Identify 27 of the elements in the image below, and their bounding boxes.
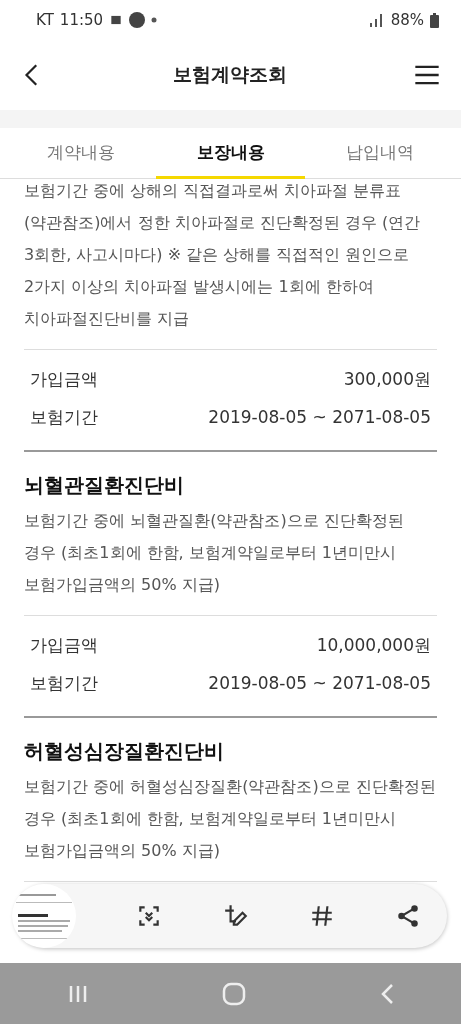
coverage-title: 허혈성심장질환진단비: [24, 738, 225, 765]
clock: 11:50: [59, 11, 104, 29]
row-value: 300,000원: [343, 367, 431, 391]
coverage-title: 뇌혈관질환진단비: [24, 472, 185, 499]
dot-icon: [151, 17, 158, 23]
battery-icon: [430, 12, 439, 28]
row-label: 가입금액: [30, 633, 98, 657]
coverage-description: 보험기간 중에 뇌혈관질환(약관참조)으로 진단확정된 경우 (최초1회에 한함, 보험계약일로부터 1년미만시 보험가입금액의 50% 지급): [24, 505, 437, 616]
image-icon: [109, 13, 124, 27]
row-label: 가입금액: [30, 367, 98, 391]
coverage-description: 보험기간 중에 허혈성심장질환(약관참조)으로 진단확정된 경우 (최초1회에 한함, 보험계약일로부터 1년미만시 보험가입금액의 50% 지급): [24, 771, 437, 882]
row-value: 2019-08-05 ~ 2071-08-05: [208, 407, 431, 427]
tab[interactable]: 보장내용: [155, 128, 306, 179]
row-value: 2019-08-05 ~ 2071-08-05: [208, 673, 431, 693]
share-icon: [395, 903, 421, 929]
coverage-description: 보험기간 중에 상해의 직접결과로써 치아파절 분류표 (약관참조)에서 정한 치아파절로 진단확정된 경우 (연간 3회한, 사고시마다) ※ 같은 상해를 직접적인 원인으로 2가지 이상의 치아파절 발생시에는 1회에 한하여 치아파절진단비를 지급: [24, 175, 437, 350]
page-title: 보험계약조회: [172, 62, 287, 87]
carrier: KT: [36, 11, 54, 29]
row-label: 보험기간: [30, 405, 98, 429]
row-label: 보험기간: [30, 671, 98, 695]
signal-icon: [368, 13, 385, 27]
row-value: 10,000,000원: [316, 633, 431, 657]
share-button[interactable]: [395, 903, 421, 929]
battery-level: 88%: [390, 11, 424, 29]
edit-button[interactable]: [222, 903, 249, 929]
notification-icon: [129, 12, 146, 28]
crop-pencil-icon: [222, 903, 249, 929]
